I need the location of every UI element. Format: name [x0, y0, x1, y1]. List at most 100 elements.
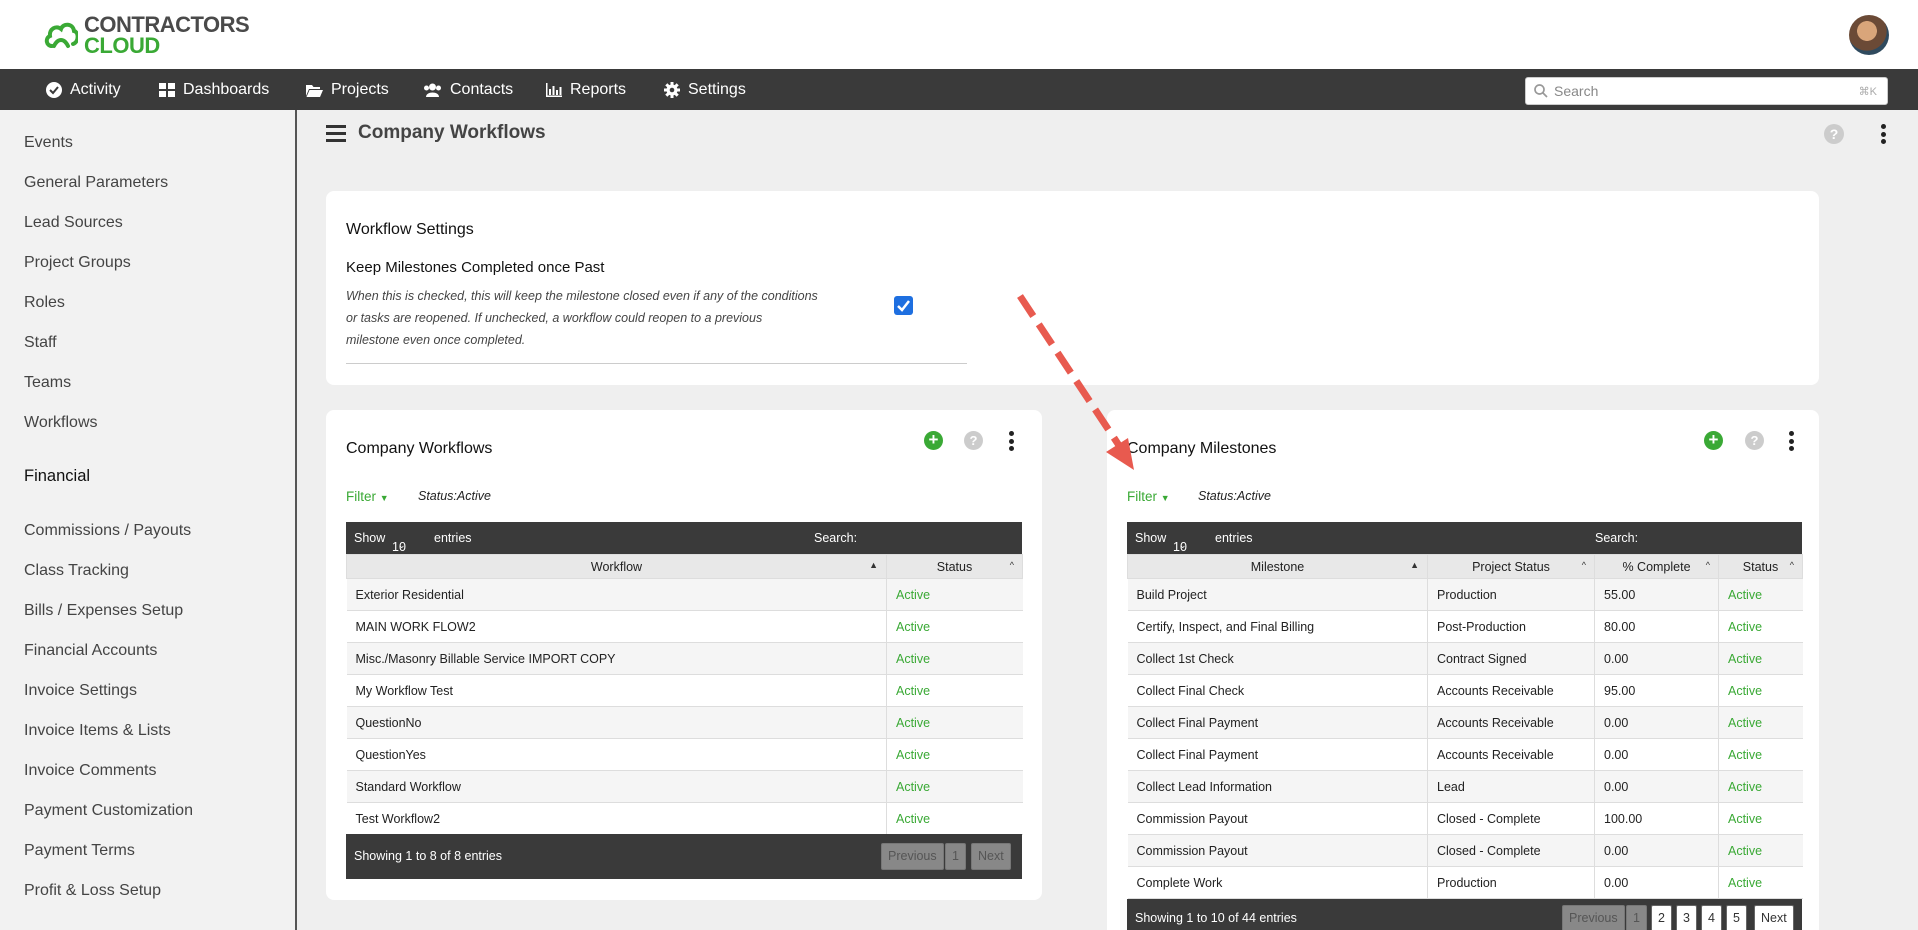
milestone-name[interactable]: Collect Lead Information: [1127, 770, 1428, 803]
milestone-name[interactable]: Collect Final Check: [1127, 674, 1428, 707]
sidebar-item-profit-loss[interactable]: Profit & Loss Setup: [24, 882, 161, 900]
table-row[interactable]: Build Project Production 55.00 Active: [1127, 578, 1803, 611]
nav-projects[interactable]: Projects: [306, 69, 389, 110]
status-cell: Active: [1718, 802, 1803, 835]
pagination-page[interactable]: 1: [945, 843, 966, 870]
nav-reports[interactable]: Reports: [546, 69, 626, 110]
status-cell: Active: [886, 642, 1023, 675]
table-row[interactable]: Exterior Residential Active: [346, 578, 1023, 611]
sidebar-item-payment-terms[interactable]: Payment Terms: [24, 842, 135, 860]
chevron-down-icon: ▼: [379, 493, 389, 503]
sidebar-item-commissions[interactable]: Commissions / Payouts: [24, 522, 191, 540]
add-milestone-button[interactable]: +: [1704, 431, 1723, 450]
sidebar-item-lead-sources[interactable]: Lead Sources: [24, 214, 123, 232]
project-status-cell: Accounts Receivable: [1427, 738, 1595, 771]
add-workflow-button[interactable]: +: [924, 431, 943, 450]
sort-icon: ^: [1581, 560, 1586, 570]
milestones-help-icon[interactable]: ?: [1745, 431, 1764, 450]
sidebar-item-general-parameters[interactable]: General Parameters: [24, 174, 168, 192]
table-row[interactable]: Collect Final Payment Accounts Receivable…: [1127, 738, 1803, 771]
table-row[interactable]: QuestionNo Active: [346, 706, 1023, 739]
nav-activity[interactable]: Activity: [46, 69, 121, 110]
top-bar: CONTRACTORS CLOUD: [0, 0, 1918, 69]
sidebar-item-invoice-settings[interactable]: Invoice Settings: [24, 682, 137, 700]
workflows-filter-value: Status:Active: [418, 489, 491, 503]
milestone-name[interactable]: Commission Payout: [1127, 802, 1428, 835]
column-header-milestone[interactable]: Milestone ▲: [1127, 554, 1428, 579]
milestone-name[interactable]: Collect Final Payment: [1127, 738, 1428, 771]
workflow-name[interactable]: Test Workflow2: [346, 802, 887, 835]
workflow-name[interactable]: My Workflow Test: [346, 674, 887, 707]
pagination-page[interactable]: 5: [1726, 905, 1747, 930]
table-row[interactable]: QuestionYes Active: [346, 738, 1023, 771]
global-search[interactable]: ⌘K: [1525, 77, 1888, 105]
table-row[interactable]: Test Workflow2 Active: [346, 802, 1023, 835]
table-row[interactable]: MAIN WORK FLOW2 Active: [346, 610, 1023, 643]
table-row[interactable]: Collect Final Payment Accounts Receivable…: [1127, 706, 1803, 739]
workflow-name[interactable]: Standard Workflow: [346, 770, 887, 803]
milestone-name[interactable]: Build Project: [1127, 578, 1428, 611]
column-header-project-status[interactable]: Project Status ^: [1427, 554, 1595, 579]
table-row[interactable]: Certify, Inspect, and Final Billing Post-…: [1127, 610, 1803, 643]
table-row[interactable]: Collect Lead Information Lead 0.00 Active: [1127, 770, 1803, 803]
sidebar-item-workflows[interactable]: Workflows: [24, 414, 98, 432]
milestone-name[interactable]: Commission Payout: [1127, 834, 1428, 867]
sidebar-item-class-tracking[interactable]: Class Tracking: [24, 562, 129, 580]
workflow-name[interactable]: Exterior Residential: [346, 578, 887, 611]
percent-complete-cell: 0.00: [1594, 706, 1719, 739]
column-header-status[interactable]: Status ^: [1718, 554, 1803, 579]
table-row[interactable]: Standard Workflow Active: [346, 770, 1023, 803]
workflows-help-icon[interactable]: ?: [964, 431, 983, 450]
column-label: Milestone: [1250, 559, 1305, 574]
pagination-page[interactable]: 3: [1676, 905, 1697, 930]
workflow-name[interactable]: QuestionYes: [346, 738, 887, 771]
sidebar-item-project-groups[interactable]: Project Groups: [24, 254, 131, 272]
page-help-icon[interactable]: ?: [1824, 124, 1844, 144]
table-row[interactable]: Commission Payout Closed - Complete 100.00…: [1127, 802, 1803, 835]
nav-contacts[interactable]: Contacts: [423, 69, 513, 110]
sidebar-item-invoice-items[interactable]: Invoice Items & Lists: [24, 722, 171, 740]
workflows-filter-button[interactable]: Filter ▼: [346, 489, 389, 504]
column-header-status[interactable]: Status ^: [886, 554, 1023, 579]
page-more-icon[interactable]: [1881, 124, 1887, 144]
pagination-previous[interactable]: Previous: [881, 843, 944, 870]
milestones-more-icon[interactable]: [1789, 431, 1795, 451]
sidebar-item-teams[interactable]: Teams: [24, 374, 71, 392]
milestone-name[interactable]: Collect 1st Check: [1127, 642, 1428, 675]
table-row[interactable]: Collect 1st Check Contract Signed 0.00 Acti…: [1127, 642, 1803, 675]
hamburger-menu-icon[interactable]: [326, 124, 346, 142]
milestone-name[interactable]: Certify, Inspect, and Final Billing: [1127, 610, 1428, 643]
sidebar-item-bills-expenses[interactable]: Bills / Expenses Setup: [24, 602, 183, 620]
table-row[interactable]: Commission Payout Closed - Complete 0.00 Ac…: [1127, 834, 1803, 867]
milestone-name[interactable]: Collect Final Payment: [1127, 706, 1428, 739]
sidebar-item-financial-accounts[interactable]: Financial Accounts: [24, 642, 157, 660]
sidebar-item-payment-customization[interactable]: Payment Customization: [24, 802, 193, 820]
user-avatar[interactable]: [1849, 15, 1889, 55]
workflow-name[interactable]: QuestionNo: [346, 706, 887, 739]
pagination-next[interactable]: Next: [971, 843, 1011, 870]
column-header-percent-complete[interactable]: % Complete ^: [1594, 554, 1719, 579]
column-header-workflow[interactable]: Workflow ▲: [346, 554, 887, 579]
milestone-name[interactable]: Complete Work: [1127, 866, 1428, 899]
pagination-page[interactable]: 2: [1651, 905, 1672, 930]
nav-dashboards[interactable]: Dashboards: [159, 69, 269, 110]
sidebar-item-invoice-comments[interactable]: Invoice Comments: [24, 762, 157, 780]
table-row[interactable]: Complete Work Production 0.00 Active: [1127, 866, 1803, 899]
sidebar-item-staff[interactable]: Staff: [24, 334, 57, 352]
brand-logo[interactable]: CONTRACTORS CLOUD: [44, 14, 250, 57]
pagination-next[interactable]: Next: [1754, 905, 1794, 930]
workflow-name[interactable]: MAIN WORK FLOW2: [346, 610, 887, 643]
table-row[interactable]: Collect Final Check Accounts Receivable 95…: [1127, 674, 1803, 707]
sidebar-item-roles[interactable]: Roles: [24, 294, 65, 312]
nav-settings[interactable]: Settings: [664, 69, 746, 110]
milestones-filter-button[interactable]: Filter ▼: [1127, 489, 1170, 504]
pagination-previous[interactable]: Previous: [1562, 905, 1625, 930]
search-input[interactable]: [1554, 83, 1844, 99]
table-row[interactable]: My Workflow Test Active: [346, 674, 1023, 707]
pagination-page[interactable]: 4: [1701, 905, 1722, 930]
table-row[interactable]: Misc./Masonry Billable Service IMPORT CO…: [346, 642, 1023, 675]
sidebar-item-events[interactable]: Events: [24, 134, 73, 152]
workflow-name[interactable]: Misc./Masonry Billable Service IMPORT CO…: [346, 642, 887, 675]
keep-milestones-checkbox[interactable]: [894, 296, 913, 315]
pagination-page[interactable]: 1: [1626, 905, 1647, 930]
